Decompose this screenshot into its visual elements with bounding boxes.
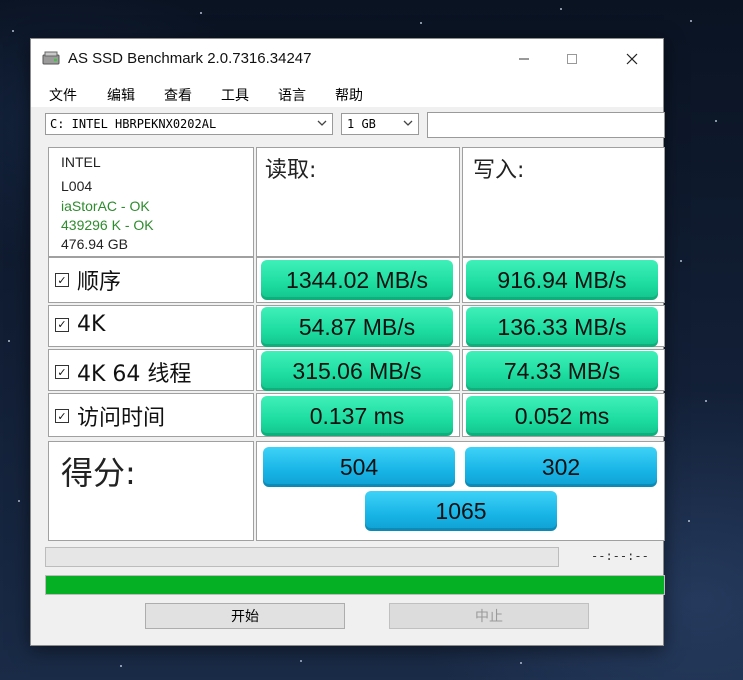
close-icon — [626, 53, 638, 65]
as-ssd-window: AS SSD Benchmark 2.0.7316.34247 文件 编辑 查看… — [30, 38, 665, 646]
minimize-button[interactable] — [501, 39, 547, 79]
drive-select-value: C: INTEL HBRPEKNX0202AL — [50, 117, 217, 131]
menu-bar: 文件 编辑 查看 工具 语言 帮助 — [31, 79, 663, 107]
menu-file[interactable]: 文件 — [49, 85, 77, 105]
blank-input-box[interactable] — [427, 112, 665, 138]
row-sequential-label[interactable]: ✓ 顺序 — [55, 264, 121, 296]
sequential-checkbox[interactable]: ✓ — [55, 273, 69, 287]
access-time-label-text: 访问时间 — [77, 406, 166, 431]
row-4k-label-cell: ✓ 4K — [48, 305, 254, 347]
drive-capacity: 476.94 GB — [61, 236, 128, 252]
row-4k64-label-cell: ✓ 4K 64 线程 — [48, 349, 254, 391]
stop-button[interactable]: 中止 — [389, 603, 589, 629]
read-column-panel: 读取: — [256, 147, 460, 257]
close-button[interactable] — [609, 39, 655, 79]
4k64-label-text: 4K 64 线程 — [77, 362, 192, 387]
4k64-read-value: 315.06 MB/s — [261, 351, 453, 391]
row-sequential-label-cell: ✓ 顺序 — [48, 257, 254, 303]
row-access-time-label[interactable]: ✓ 访问时间 — [55, 400, 165, 432]
4k64-checkbox[interactable]: ✓ — [55, 365, 69, 379]
sequential-write-value: 916.94 MB/s — [466, 260, 658, 300]
read-score-value: 504 — [263, 447, 455, 487]
row-access-time-label-cell: ✓ 访问时间 — [48, 393, 254, 437]
chevron-down-icon — [317, 120, 327, 126]
menu-tools[interactable]: 工具 — [221, 85, 249, 105]
4k-checkbox[interactable]: ✓ — [55, 317, 69, 332]
sequential-read-value: 1344.02 MB/s — [261, 260, 453, 300]
drive-info-panel: INTEL L004 iaStorAC - OK 439296 K - OK 4… — [48, 147, 254, 257]
4k64-write-value: 74.33 MB/s — [466, 351, 658, 391]
chevron-down-icon — [403, 120, 413, 126]
minimize-icon — [519, 58, 529, 60]
driver-status: iaStorAC - OK — [61, 198, 150, 214]
hard-drive-icon — [42, 51, 60, 65]
menu-edit[interactable]: 编辑 — [107, 85, 135, 105]
write-column-panel: 写入: — [462, 147, 665, 257]
menu-help[interactable]: 帮助 — [335, 85, 363, 105]
total-score-value: 1065 — [365, 491, 557, 531]
access-time-read-value: 0.137 ms — [261, 396, 453, 436]
write-column-header: 写入: — [473, 158, 525, 183]
start-button[interactable]: 开始 — [145, 603, 345, 629]
sequential-label-text: 顺序 — [77, 270, 122, 295]
row-4k64-label[interactable]: ✓ 4K 64 线程 — [55, 356, 191, 388]
access-time-write-value: 0.052 ms — [466, 396, 658, 436]
4k-read-value: 54.87 MB/s — [261, 307, 453, 347]
window-title: AS SSD Benchmark 2.0.7316.34247 — [68, 50, 312, 67]
score-label-cell: 得分: — [48, 441, 254, 541]
score-label: 得分: — [61, 454, 136, 492]
maximize-icon — [567, 54, 577, 64]
test-size-value: 1 GB — [347, 117, 376, 131]
4k-write-value: 136.33 MB/s — [466, 307, 658, 347]
maximize-button[interactable] — [549, 39, 595, 79]
access-time-checkbox[interactable]: ✓ — [55, 409, 69, 423]
drive-vendor: INTEL — [61, 154, 101, 170]
menu-language[interactable]: 语言 — [278, 85, 306, 105]
elapsed-time: --:--:-- — [591, 549, 649, 563]
read-column-header: 读取: — [265, 158, 317, 183]
overall-progress-fill — [46, 576, 664, 594]
menu-view[interactable]: 查看 — [164, 85, 192, 105]
alignment-status: 439296 K - OK — [61, 217, 154, 233]
drive-firmware: L004 — [61, 178, 93, 194]
overall-progress-bar — [45, 575, 665, 595]
title-bar[interactable]: AS SSD Benchmark 2.0.7316.34247 — [31, 39, 663, 79]
drive-select[interactable]: C: INTEL HBRPEKNX0202AL — [45, 113, 333, 135]
test-progress-bar — [45, 547, 559, 567]
row-4k-label[interactable]: ✓ 4K — [55, 312, 105, 337]
test-size-select[interactable]: 1 GB — [341, 113, 419, 135]
write-score-value: 302 — [465, 447, 657, 487]
4k-label-text: 4K — [77, 312, 106, 337]
